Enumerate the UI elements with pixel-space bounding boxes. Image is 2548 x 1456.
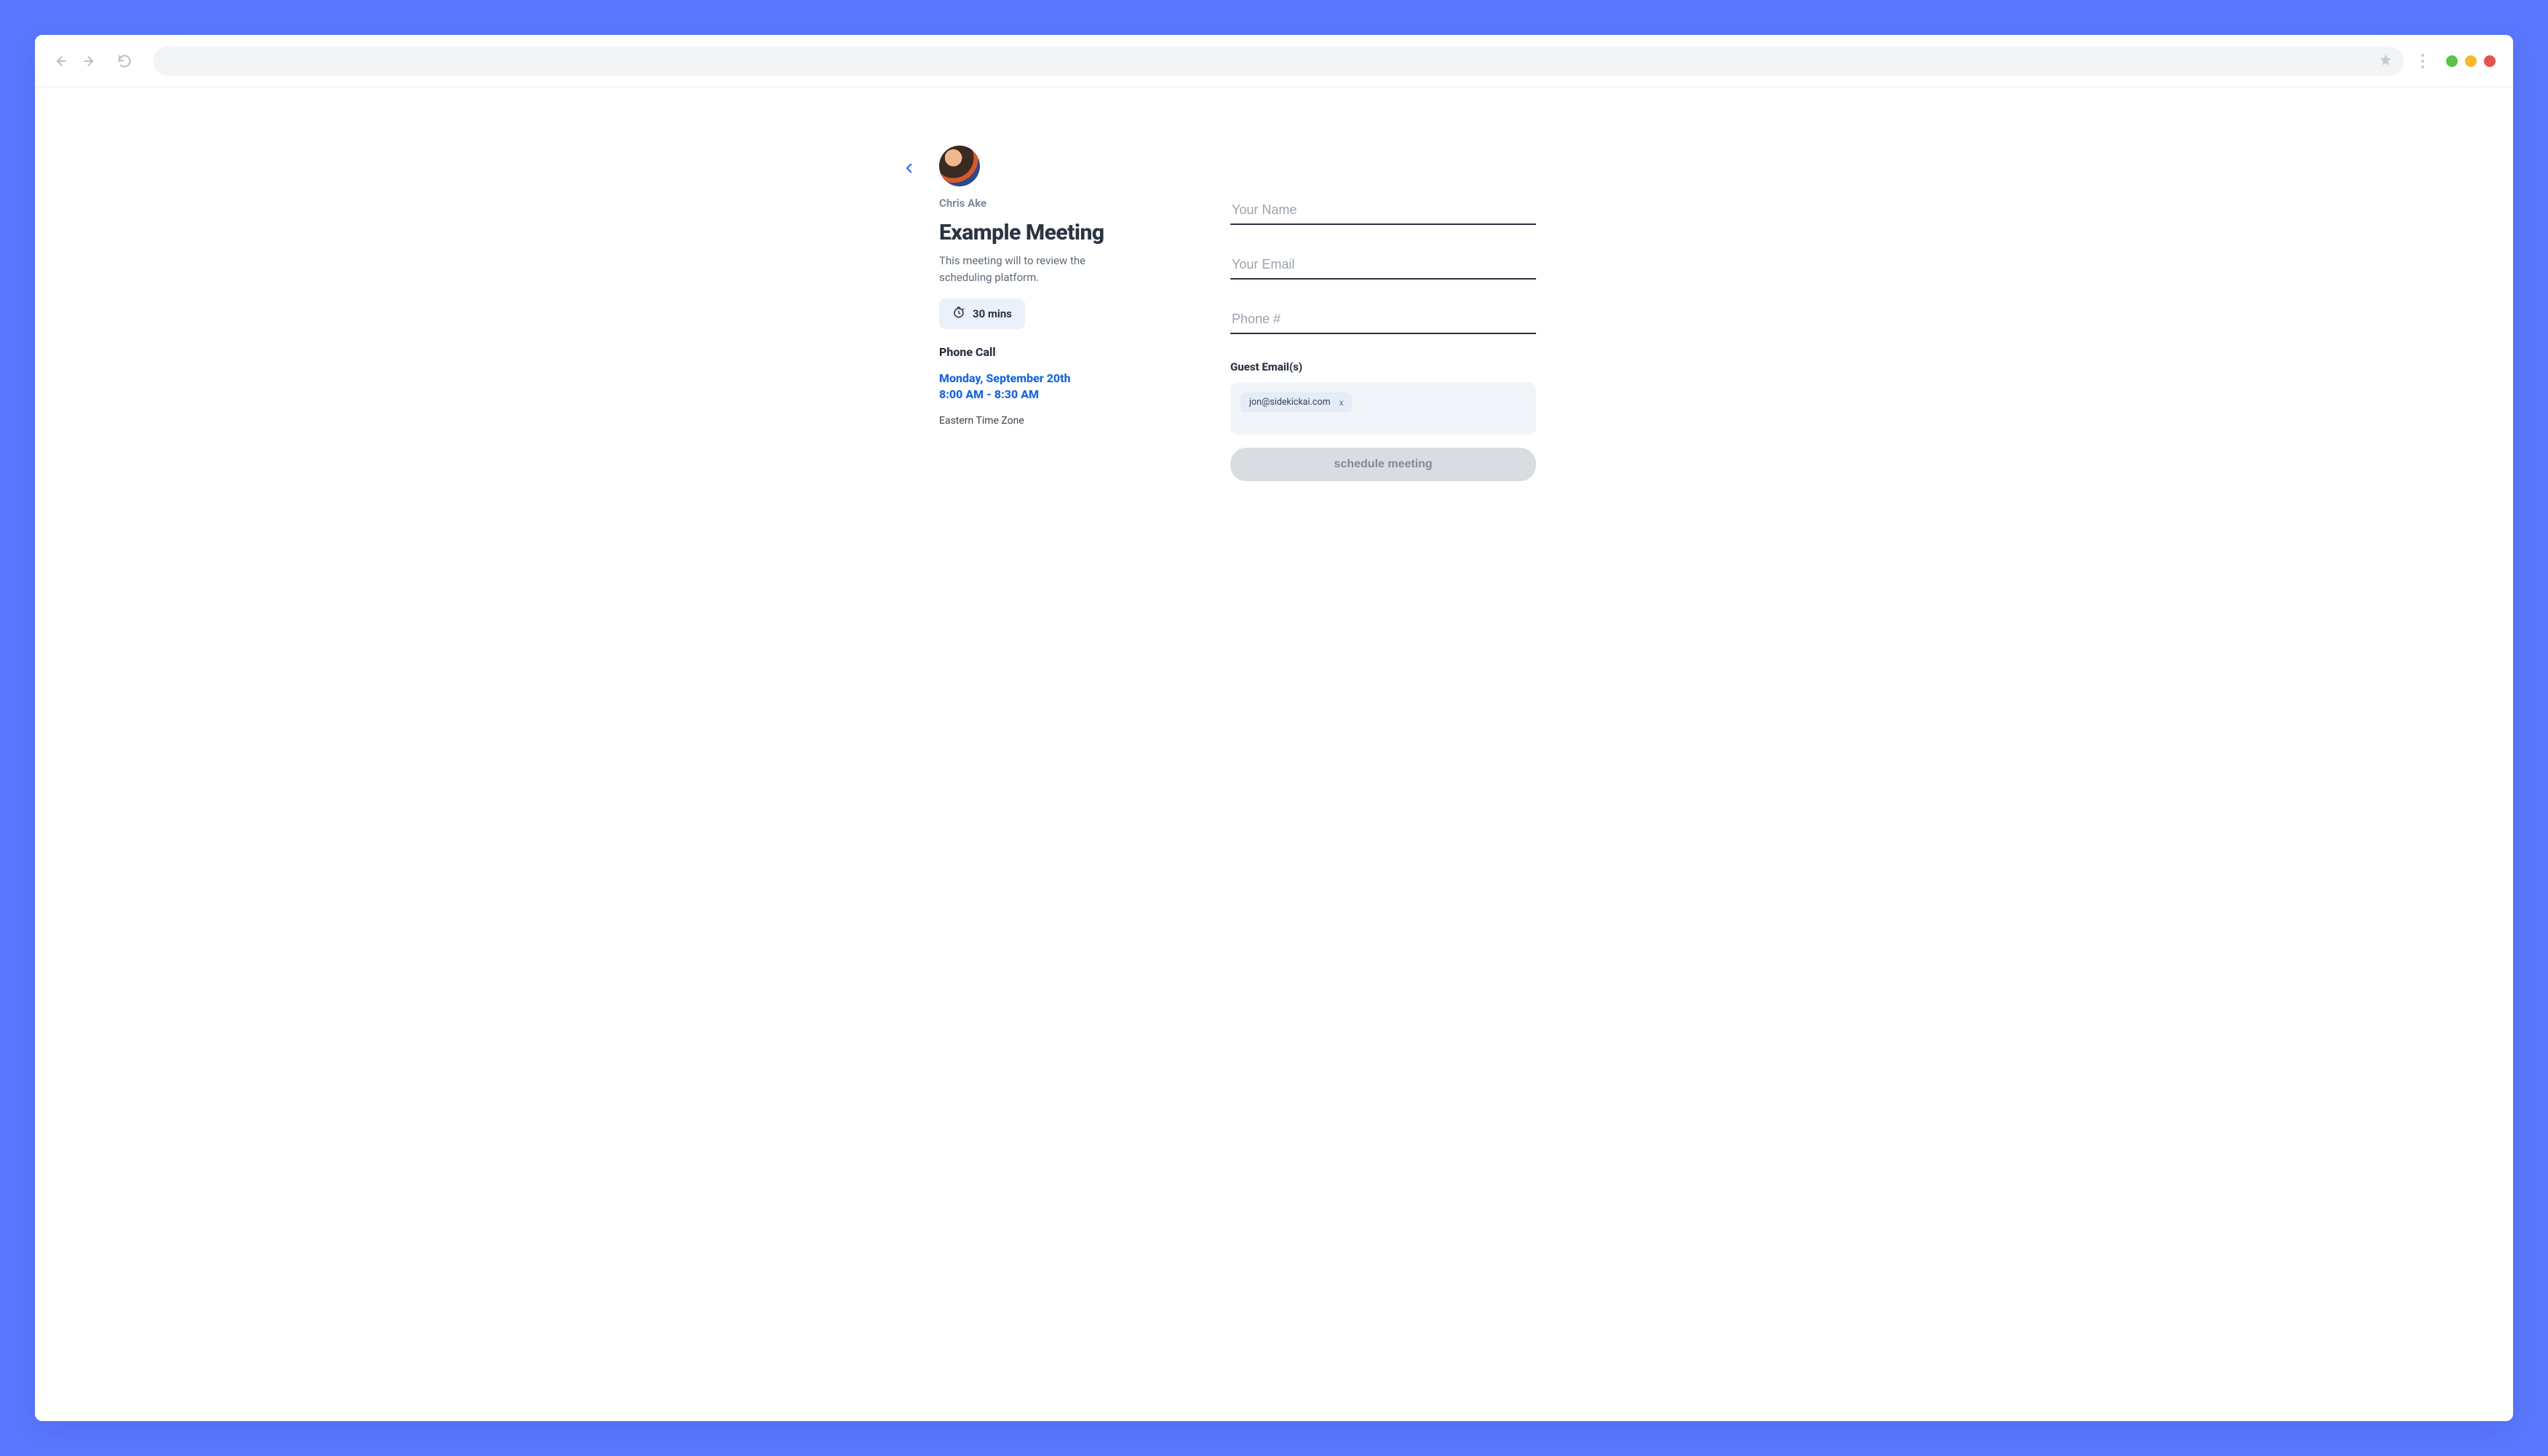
meeting-title: Example Meeting [939, 220, 1158, 245]
booking-form-column: Guest Email(s) jon@sidekickai.com x sche… [1230, 146, 1536, 481]
reload-icon[interactable] [116, 53, 132, 69]
meeting-details-column: Chris Ake Example Meeting This meeting w… [939, 146, 1158, 427]
window-close-icon[interactable] [2484, 55, 2496, 67]
phone-input[interactable] [1230, 306, 1536, 334]
window-maximize-icon[interactable] [2465, 55, 2477, 67]
meeting-datetime: Monday, September 20th 8:00 AM - 8:30 AM [939, 371, 1158, 403]
address-bar[interactable] [153, 47, 2404, 76]
clock-icon [952, 306, 965, 322]
guest-chip: jon@sidekickai.com x [1241, 392, 1352, 412]
back-chevron-icon[interactable] [903, 162, 916, 178]
window-minimize-icon[interactable] [2446, 55, 2458, 67]
duration-label: 30 mins [973, 307, 1012, 320]
schedule-meeting-button[interactable]: schedule meeting [1230, 448, 1536, 481]
bookmark-star-icon[interactable] [2379, 53, 2392, 69]
guests-input-box[interactable]: jon@sidekickai.com x [1230, 382, 1536, 435]
duration-chip: 30 mins [939, 298, 1025, 329]
meeting-time: 8:00 AM - 8:30 AM [939, 387, 1158, 403]
browser-window: Chris Ake Example Meeting This meeting w… [35, 35, 2513, 1421]
back-icon[interactable] [52, 53, 68, 69]
guests-label: Guest Email(s) [1230, 360, 1536, 373]
meeting-date: Monday, September 20th [939, 371, 1158, 387]
guest-chip-remove-icon[interactable]: x [1339, 397, 1343, 408]
meeting-timezone: Eastern Time Zone [939, 415, 1158, 427]
email-input[interactable] [1230, 251, 1536, 280]
meeting-description: This meeting will to review the scheduli… [939, 253, 1128, 285]
host-name: Chris Ake [939, 197, 1158, 210]
kebab-menu-icon[interactable] [2417, 54, 2429, 68]
guest-chip-email: jon@sidekickai.com [1249, 397, 1330, 408]
forward-icon[interactable] [82, 53, 98, 69]
browser-toolbar [35, 35, 2513, 87]
meeting-type: Phone Call [939, 345, 1158, 359]
host-avatar [939, 146, 980, 186]
page-content: Chris Ake Example Meeting This meeting w… [35, 87, 2513, 1421]
name-input[interactable] [1230, 197, 1536, 225]
window-traffic-lights [2446, 55, 2496, 67]
